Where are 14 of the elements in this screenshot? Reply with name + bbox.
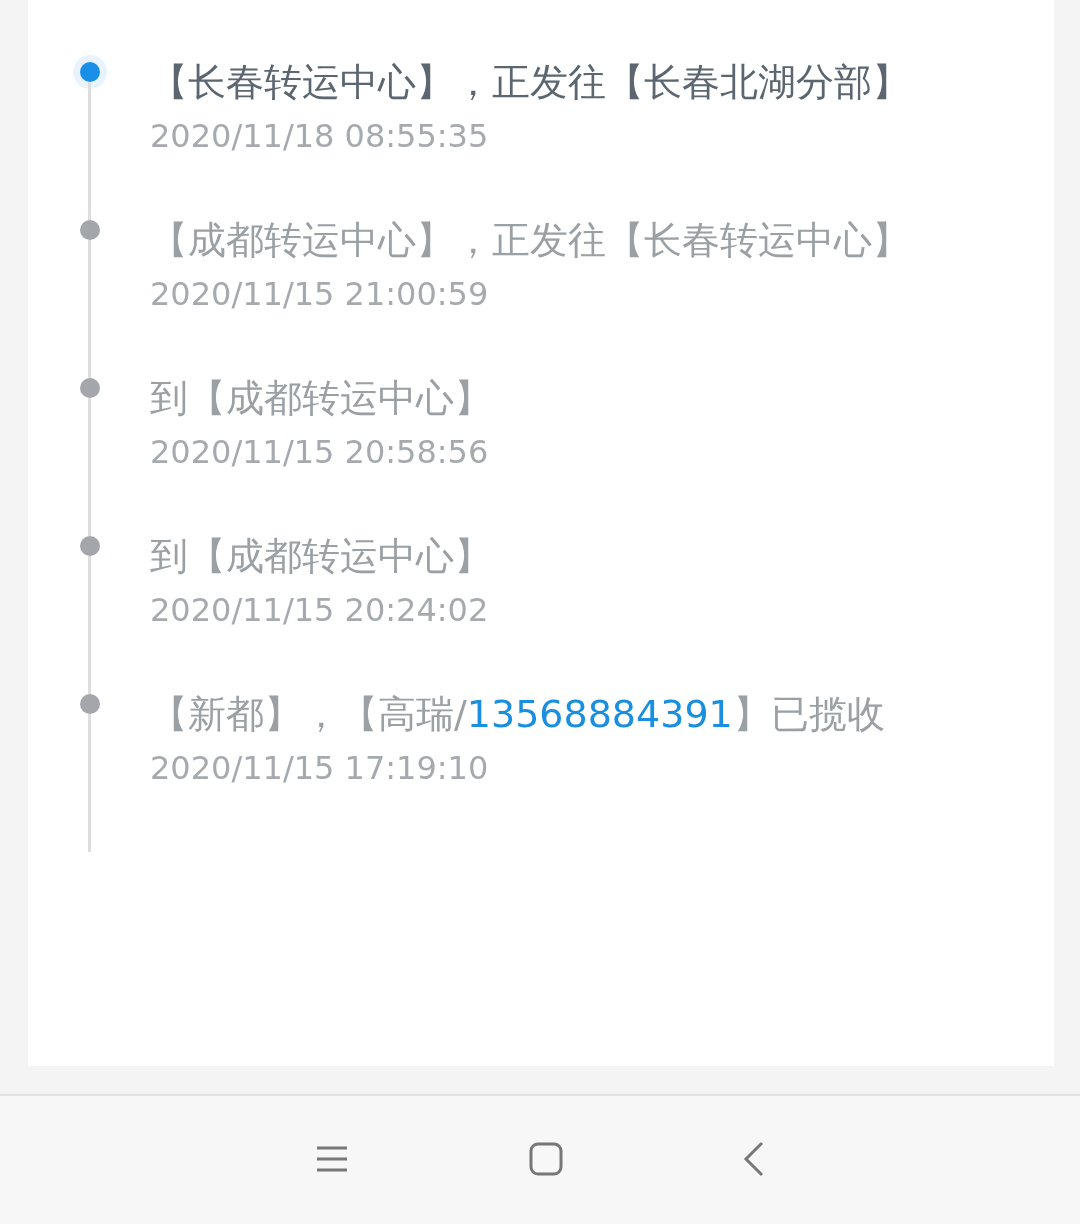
event-time: 2020/11/15 20:24:02 <box>150 590 490 631</box>
event-time: 2020/11/15 20:58:56 <box>150 432 490 473</box>
event-description: 【成都转运中心】，正发往【长春转运中心】 <box>150 217 910 264</box>
back-icon[interactable] <box>743 1141 765 1177</box>
event-description: 到【成都转运中心】 <box>150 375 493 422</box>
event-description: 【长春转运中心】，正发往【长春北湖分部】 <box>150 59 910 106</box>
event-time: 2020/11/15 21:00:59 <box>150 274 490 315</box>
event-time: 2020/11/15 17:19:10 <box>150 748 490 789</box>
event-time: 2020/11/18 08:55:35 <box>150 116 490 157</box>
event-description: 到【成都转运中心】 <box>150 533 493 580</box>
event-description: 【新都】，【高瑞/13568884391】已揽收 <box>150 691 886 738</box>
phone-link[interactable]: 13568884391 <box>466 692 733 736</box>
home-icon[interactable] <box>529 1142 563 1176</box>
menu-icon[interactable] <box>315 1145 349 1173</box>
